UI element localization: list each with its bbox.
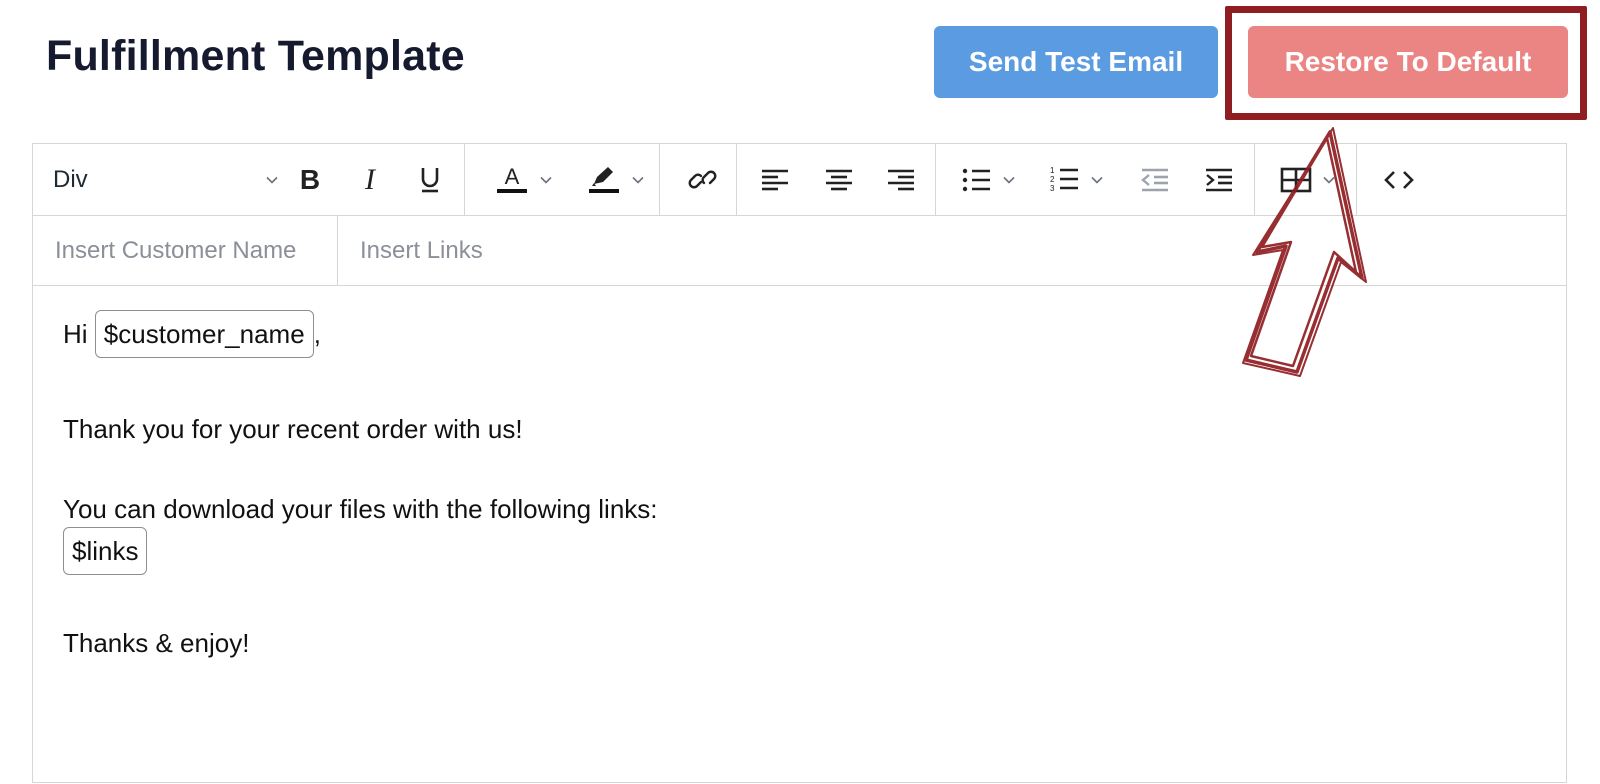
closing-line: Thanks & enjoy! [63,628,250,658]
greeting-suffix: , [313,319,321,349]
editor-content[interactable]: Hi $customer_name, Thank you for your re… [63,144,1513,784]
email-template-editor: Div B I A 1 2 3 Insert Customer Name Ins… [32,143,1567,783]
links-line: $links [63,527,148,575]
greeting-line: Hi $customer_name, [63,310,321,358]
restore-to-default-button[interactable]: Restore To Default [1248,26,1568,98]
greeting-prefix: Hi [63,319,88,349]
download-line: You can download your files with the fol… [63,494,658,524]
page-title: Fulfillment Template [46,32,465,80]
thanks-line: Thank you for your recent order with us! [63,414,523,444]
links-token[interactable]: $links [63,527,148,575]
send-test-email-button[interactable]: Send Test Email [934,26,1218,98]
customer-name-token[interactable]: $customer_name [94,310,314,358]
